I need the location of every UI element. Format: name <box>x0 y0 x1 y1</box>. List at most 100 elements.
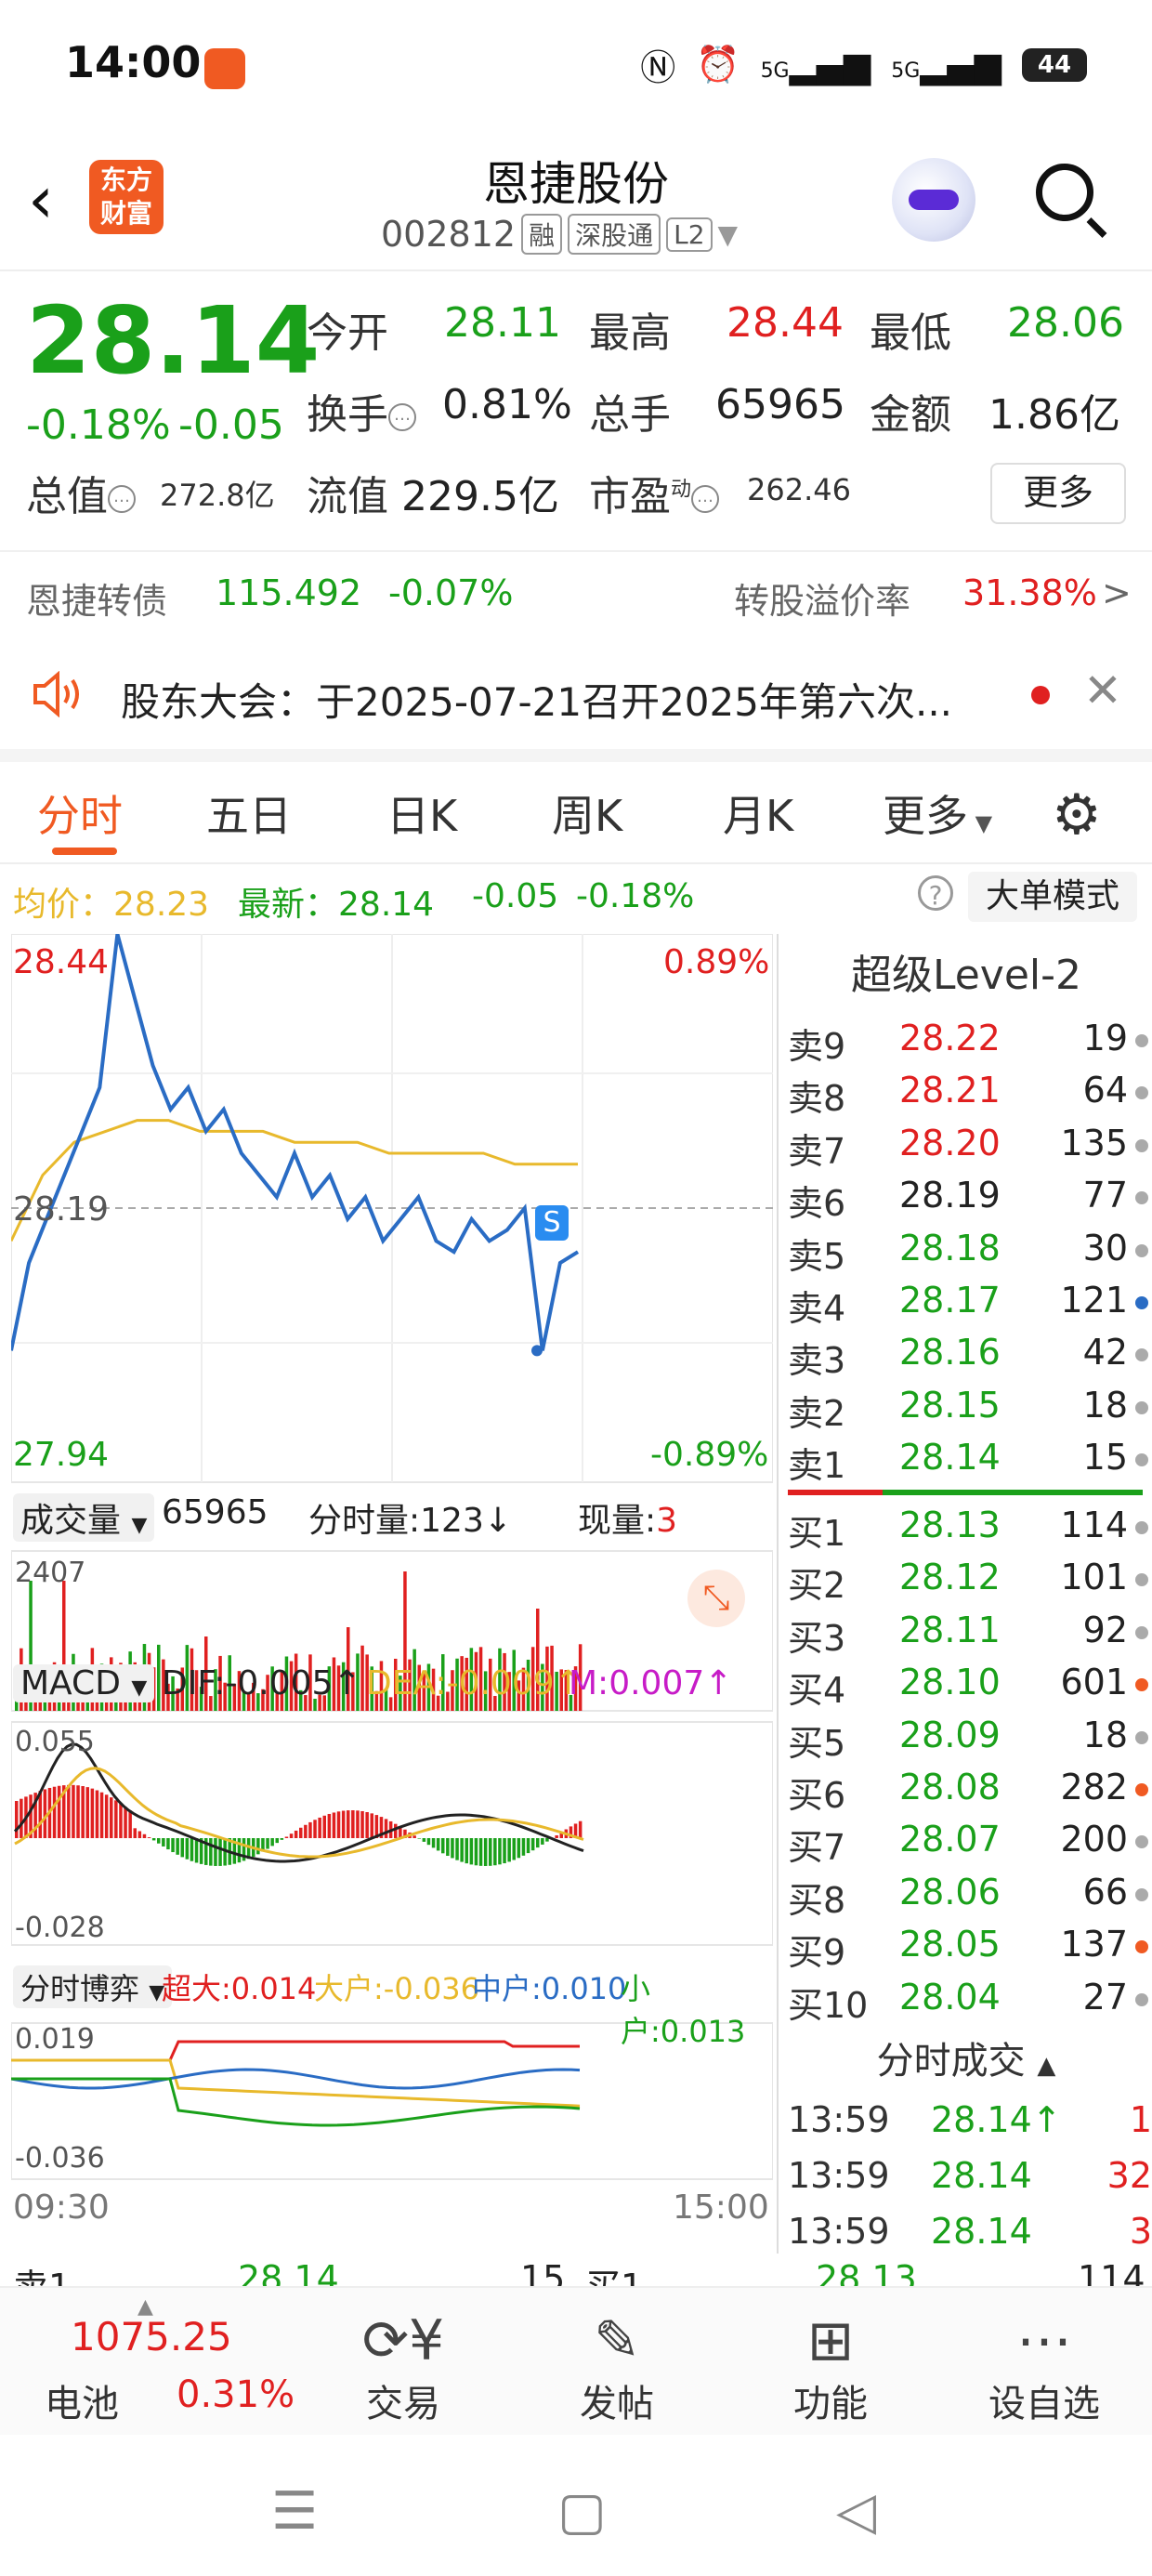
close-icon[interactable]: ✕ <box>1083 664 1122 717</box>
bids-row[interactable]: 买7 28.07 200 <box>788 1819 1152 1871</box>
asks-row[interactable]: 卖3 28.16 42 <box>788 1332 1152 1384</box>
expand-icon[interactable]: ⤡ <box>687 1570 745 1627</box>
level2-panel[interactable]: 超级Level-2 卖9 28.22 19 卖8 28.21 64 卖7 28.20 135 卖6… <box>777 934 1152 2254</box>
order-dot-icon <box>1135 1940 1148 1954</box>
tab-more[interactable]: 更多 ▼ <box>883 782 992 844</box>
asks-price: 28.20 <box>899 1122 1001 1163</box>
bids-price: 28.13 <box>899 1505 1001 1545</box>
asks-volume: 135 <box>1060 1122 1128 1163</box>
info-icon[interactable]: … <box>691 485 720 513</box>
menu-icon[interactable]: ☰ <box>271 2481 318 2542</box>
asks-label: 卖4 <box>788 1288 846 1329</box>
asks-row[interactable]: 卖7 28.20 135 <box>788 1123 1152 1175</box>
float-label: 流值 <box>307 473 388 520</box>
macd-bar <box>327 1813 332 1838</box>
help-icon[interactable]: ? <box>918 875 953 911</box>
gear-icon[interactable]: ⚙ <box>1052 782 1102 848</box>
tab-weekly-k[interactable]: 周K <box>552 782 622 844</box>
stock-code-row[interactable]: 002812 融 深股通 L2 ▼ <box>381 214 738 255</box>
assistant-robot-icon[interactable] <box>892 158 975 242</box>
trade-button[interactable]: ⟳¥ 交易 <box>329 2308 478 2427</box>
home-icon[interactable]: ▢ <box>557 2481 607 2542</box>
asks-row[interactable]: 卖5 28.18 30 <box>788 1228 1152 1280</box>
bids-label: 买10 <box>788 1984 869 2026</box>
search-icon[interactable] <box>1036 164 1093 221</box>
caret-down-icon[interactable]: ▼ <box>718 219 739 250</box>
macd-bar <box>99 1792 104 1838</box>
sector-index-value: 1075.25 <box>71 2314 232 2359</box>
yen-refresh-icon: ⟳¥ <box>361 2308 445 2373</box>
asks-row[interactable]: 卖2 28.15 18 <box>788 1385 1152 1437</box>
bids-row[interactable]: 买8 28.06 66 <box>788 1872 1152 1924</box>
sell-marker[interactable]: S <box>535 1205 569 1241</box>
game-super: 超大:0.014 <box>162 1971 317 2006</box>
bids-row[interactable]: 买10 28.04 27 <box>788 1977 1152 2029</box>
macd-bar <box>114 1800 118 1838</box>
more-dots-icon: ⋯ <box>1016 2308 1072 2373</box>
info-icon[interactable]: … <box>388 403 416 431</box>
macd-bar <box>214 1838 217 1866</box>
bids-row[interactable]: 买6 28.08 282 <box>788 1767 1152 1819</box>
intraday-charts[interactable] <box>11 934 773 2254</box>
macd-bar <box>151 1838 156 1841</box>
asks-volume: 64 <box>1082 1070 1128 1111</box>
notice-banner[interactable]: 股东大会：于2025-07-21召开2025年第六次... ✕ <box>0 637 1152 762</box>
macd-bar <box>142 1833 147 1838</box>
macd-dea: DEA:-0.009↑ <box>366 1664 583 1702</box>
bids-row[interactable]: 买3 28.11 92 <box>788 1610 1152 1662</box>
bond-price: 115.492 <box>216 572 362 613</box>
macd-bar <box>185 1838 190 1860</box>
level2-title: 超级Level-2 <box>850 952 1081 999</box>
game-dropdown[interactable]: 分时博弈 ▼ <box>13 1965 173 2008</box>
macd-min-label: -0.028 <box>15 1912 105 1944</box>
quote-panel: 28.14 -0.18% -0.05 今开 28.11 最高 28.44 最低 … <box>0 271 1152 550</box>
edit-icon: ✎ <box>593 2308 641 2373</box>
amount-label: 金额 <box>870 391 951 439</box>
ask-ratio-bar <box>788 1490 883 1495</box>
more-button[interactable]: 更多 <box>990 463 1126 524</box>
macd-bar <box>256 1838 260 1855</box>
bids-volume: 114 <box>1060 1505 1128 1545</box>
macd-bar <box>431 1838 436 1848</box>
macd-dropdown[interactable]: MACD ▼ <box>13 1664 155 1702</box>
post-button[interactable]: ✎ 发帖 <box>543 2308 691 2427</box>
order-dot-icon <box>1135 1625 1148 1639</box>
asks-row[interactable]: 卖9 28.22 19 <box>788 1018 1152 1070</box>
bids-label: 买1 <box>788 1513 846 1554</box>
bids-row[interactable]: 买4 28.10 601 <box>788 1662 1152 1714</box>
bids-volume: 282 <box>1060 1767 1128 1807</box>
low-value: 28.06 <box>1007 299 1124 347</box>
grid-icon: ⊞ <box>806 2308 855 2373</box>
tab-daily-k[interactable]: 日K <box>386 782 457 844</box>
info-icon[interactable]: … <box>108 485 136 513</box>
chart-area[interactable]: 28.44 0.89% 28.19 27.94 -0.89% S 成交量 ▼ 6… <box>11 934 773 2254</box>
asks-row[interactable]: 卖1 28.14 15 <box>788 1437 1152 1489</box>
bids-row[interactable]: 买2 28.12 101 <box>788 1557 1152 1609</box>
macd-bar <box>370 1813 373 1838</box>
bids-row[interactable]: 买1 28.13 114 <box>788 1505 1152 1557</box>
macd-bar <box>299 1827 303 1838</box>
macd-bar <box>512 1838 516 1860</box>
connect-tag: 深股通 <box>568 214 661 255</box>
tab-intraday[interactable]: 分时 <box>37 782 123 844</box>
asks-row[interactable]: 卖4 28.17 121 <box>788 1280 1152 1332</box>
add-watchlist-button[interactable]: ⋯ 设自选 <box>970 2308 1119 2427</box>
big-order-mode-button[interactable]: 大单模式 <box>968 872 1137 922</box>
macd-bar <box>171 1838 175 1853</box>
order-dot-icon <box>1135 1086 1148 1100</box>
bids-row[interactable]: 买9 28.05 137 <box>788 1924 1152 1976</box>
trades-title[interactable]: 分时成交 ▲ <box>779 2031 1152 2084</box>
volume-dropdown[interactable]: 成交量 ▼ <box>13 1493 155 1542</box>
functions-button[interactable]: ⊞ 功能 <box>756 2308 905 2427</box>
macd-bar <box>526 1838 530 1854</box>
bids-volume: 601 <box>1060 1662 1128 1703</box>
bids-label: 买4 <box>788 1670 846 1712</box>
sector-index[interactable]: ▲ 1075.25 电池 0.31% <box>0 2288 297 2437</box>
tab-monthly-k[interactable]: 月K <box>723 782 793 844</box>
back-nav-icon[interactable]: ◁ <box>836 2481 876 2542</box>
asks-row[interactable]: 卖6 28.19 77 <box>788 1175 1152 1227</box>
convertible-bond-row[interactable]: 恩捷转债 115.492 -0.07% 转股溢价率 31.38% > <box>0 550 1152 639</box>
bids-row[interactable]: 买5 28.09 18 <box>788 1715 1152 1767</box>
asks-row[interactable]: 卖8 28.21 64 <box>788 1070 1152 1122</box>
tab-five-day[interactable]: 五日 <box>206 782 292 844</box>
